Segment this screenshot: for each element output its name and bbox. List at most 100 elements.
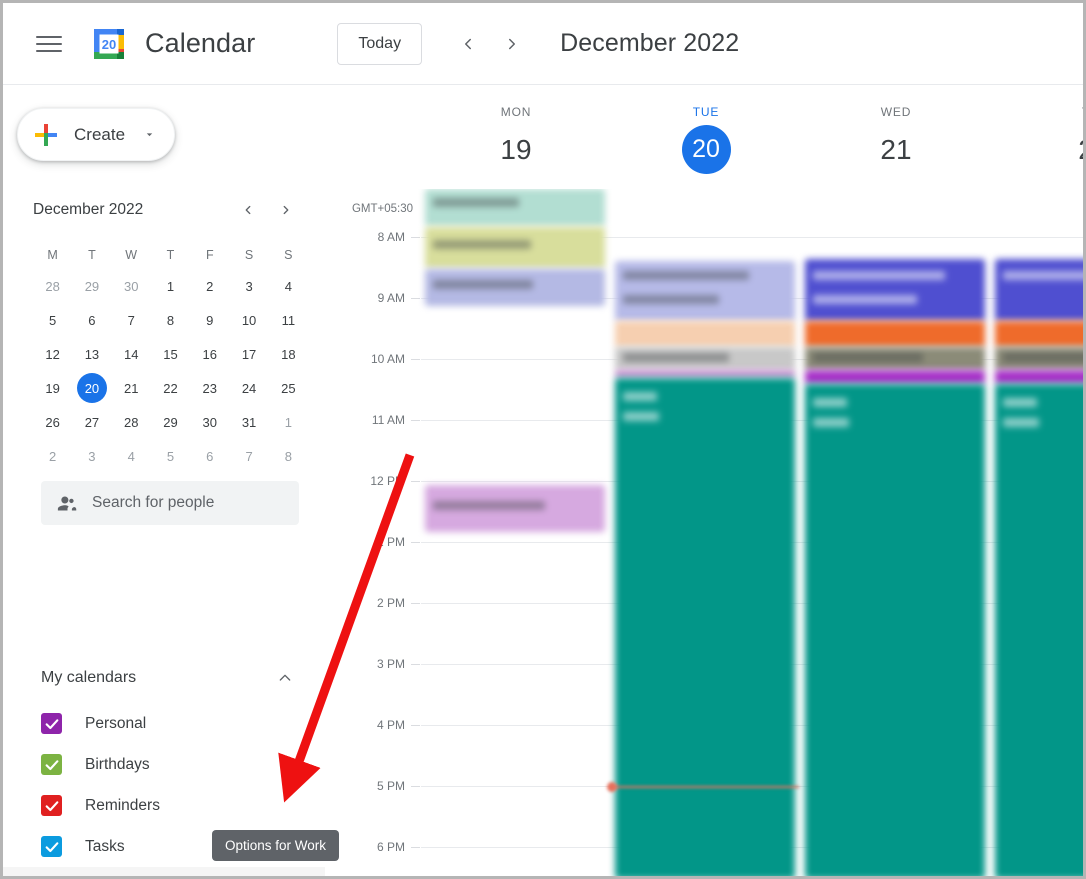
calendar-checkbox-tasks[interactable]	[41, 836, 62, 857]
mini-calendar-day[interactable]: 16	[190, 337, 229, 371]
mini-calendar-day[interactable]: 30	[112, 269, 151, 303]
mini-calendar-day[interactable]: 29	[72, 269, 111, 303]
day-column-tue[interactable]	[611, 97, 801, 876]
calendar-event-block[interactable]	[805, 384, 985, 876]
calendar-event-block[interactable]	[805, 259, 985, 321]
calendar-event-block[interactable]	[995, 370, 1083, 384]
chevron-up-icon[interactable]	[277, 670, 303, 686]
mini-calendar-day[interactable]: 5	[151, 439, 190, 473]
mini-calendar-day-number: 15	[163, 346, 178, 362]
calendar-checkbox-birthdays[interactable]	[41, 754, 62, 775]
mini-calendar-day[interactable]: 11	[269, 303, 308, 337]
calendar-checkbox-personal[interactable]	[41, 713, 62, 734]
create-button[interactable]: Create	[17, 108, 176, 161]
calendar-list-item-work[interactable]: Work	[3, 867, 325, 877]
mini-calendar-day[interactable]: 7	[112, 303, 151, 337]
today-button[interactable]: Today	[337, 22, 423, 65]
day-number[interactable]: 19	[492, 125, 541, 174]
day-number-today[interactable]: 20	[681, 125, 731, 174]
mini-calendar-day[interactable]: 6	[72, 303, 111, 337]
calendar-list-item-personal[interactable]: Personal	[3, 703, 325, 744]
mini-calendar-day[interactable]: 13	[72, 337, 111, 371]
mini-calendar-day[interactable]: 31	[229, 405, 268, 439]
mini-calendar-next-icon[interactable]	[278, 202, 294, 218]
mini-calendar-day-selected[interactable]: 20	[72, 371, 111, 405]
mini-calendar-day[interactable]: 5	[33, 303, 72, 337]
sidebar: Create December 2022 M T W T F S S 28 29 30 1 2 3 4 5 6…	[3, 85, 325, 877]
mini-calendar-day[interactable]: 26	[33, 405, 72, 439]
mini-calendar-day[interactable]: 21	[112, 371, 151, 405]
calendar-event-block[interactable]	[425, 227, 605, 268]
mini-calendar-day[interactable]: 3	[229, 269, 268, 303]
search-for-people-input[interactable]: Search for people	[41, 481, 299, 525]
mini-calendar-day[interactable]: 9	[190, 303, 229, 337]
calendar-event-block[interactable]	[615, 370, 795, 378]
mini-calendar-day[interactable]: 27	[72, 405, 111, 439]
mini-calendar-day[interactable]: 25	[269, 371, 308, 405]
mini-calendar-day[interactable]: 28	[112, 405, 151, 439]
day-column-wed[interactable]	[801, 189, 991, 876]
calendar-event-block[interactable]	[425, 485, 605, 532]
mini-calendar-day[interactable]: 6	[190, 439, 229, 473]
mini-calendar-day[interactable]: 4	[269, 269, 308, 303]
mini-calendar-day[interactable]: 2	[33, 439, 72, 473]
mini-calendar-day[interactable]: 17	[229, 337, 268, 371]
calendar-list-item-reminders[interactable]: Reminders	[3, 785, 325, 826]
mini-calendar-day-number: 3	[88, 448, 96, 464]
mini-calendar-day[interactable]: 10	[229, 303, 268, 337]
mini-calendar-day[interactable]: 22	[151, 371, 190, 405]
date-navigation	[448, 24, 532, 64]
day-column-t[interactable]	[991, 189, 1083, 876]
calendar-event-block[interactable]	[615, 378, 795, 876]
mini-calendar-day[interactable]: 18	[269, 337, 308, 371]
mini-calendar-day[interactable]: 12	[33, 337, 72, 371]
previous-period-icon[interactable]	[448, 24, 488, 64]
day-number[interactable]: 2	[1062, 125, 1083, 174]
calendar-event-block[interactable]	[615, 347, 795, 370]
calendar-event-block[interactable]	[805, 347, 985, 370]
close-x-icon[interactable]	[251, 873, 281, 877]
calendar-list-item-birthdays[interactable]: Birthdays	[3, 744, 325, 785]
calendar-event-block[interactable]	[995, 321, 1083, 347]
calendar-event-block[interactable]	[995, 384, 1083, 876]
mini-calendar-day[interactable]: 1	[151, 269, 190, 303]
mini-calendar-day-number: 5	[49, 312, 57, 328]
mini-calendar-day[interactable]: 15	[151, 337, 190, 371]
day-column-header-tue[interactable]: TUE 20	[611, 85, 801, 189]
my-calendars-section-header[interactable]: My calendars	[41, 657, 303, 699]
day-column-header-mon[interactable]: MON 19	[421, 85, 611, 189]
mini-calendar-day[interactable]: 23	[190, 371, 229, 405]
mini-calendar-day[interactable]: 3	[72, 439, 111, 473]
hamburger-menu-icon[interactable]	[25, 20, 73, 68]
mini-calendar-day[interactable]: 14	[112, 337, 151, 371]
day-number[interactable]: 21	[872, 125, 921, 174]
mini-calendar-day[interactable]: 8	[269, 439, 308, 473]
day-column-header-t[interactable]: T2	[991, 85, 1083, 189]
calendar-event-block[interactable]	[615, 321, 795, 347]
mini-calendar-day[interactable]: 4	[112, 439, 151, 473]
mini-calendar-day[interactable]: 7	[229, 439, 268, 473]
calendar-checkbox-reminders[interactable]	[41, 795, 62, 816]
calendar-event-block[interactable]	[425, 269, 605, 306]
calendar-event-block[interactable]	[425, 189, 605, 226]
calendar-event-block[interactable]	[995, 347, 1083, 370]
more-options-vertical-dots-icon[interactable]	[287, 873, 317, 877]
calendar-event-block[interactable]	[615, 261, 795, 321]
mini-calendar-day[interactable]: 28	[33, 269, 72, 303]
calendar-event-block[interactable]	[805, 321, 985, 347]
day-column-mon[interactable]	[421, 189, 611, 876]
mini-calendar-day-number: 19	[45, 380, 60, 396]
calendar-event-block[interactable]	[805, 370, 985, 384]
mini-calendar-prev-icon[interactable]	[240, 202, 256, 218]
event-title-placeholder	[433, 280, 533, 289]
mini-calendar-day[interactable]: 29	[151, 405, 190, 439]
mini-calendar-day[interactable]: 19	[33, 371, 72, 405]
mini-calendar-day[interactable]: 1	[269, 405, 308, 439]
mini-calendar-day[interactable]: 30	[190, 405, 229, 439]
day-column-header-wed[interactable]: WED 21	[801, 85, 991, 189]
next-period-icon[interactable]	[492, 24, 532, 64]
mini-calendar-day[interactable]: 8	[151, 303, 190, 337]
mini-calendar-day[interactable]: 24	[229, 371, 268, 405]
mini-calendar-day[interactable]: 2	[190, 269, 229, 303]
calendar-event-block[interactable]	[995, 259, 1083, 321]
